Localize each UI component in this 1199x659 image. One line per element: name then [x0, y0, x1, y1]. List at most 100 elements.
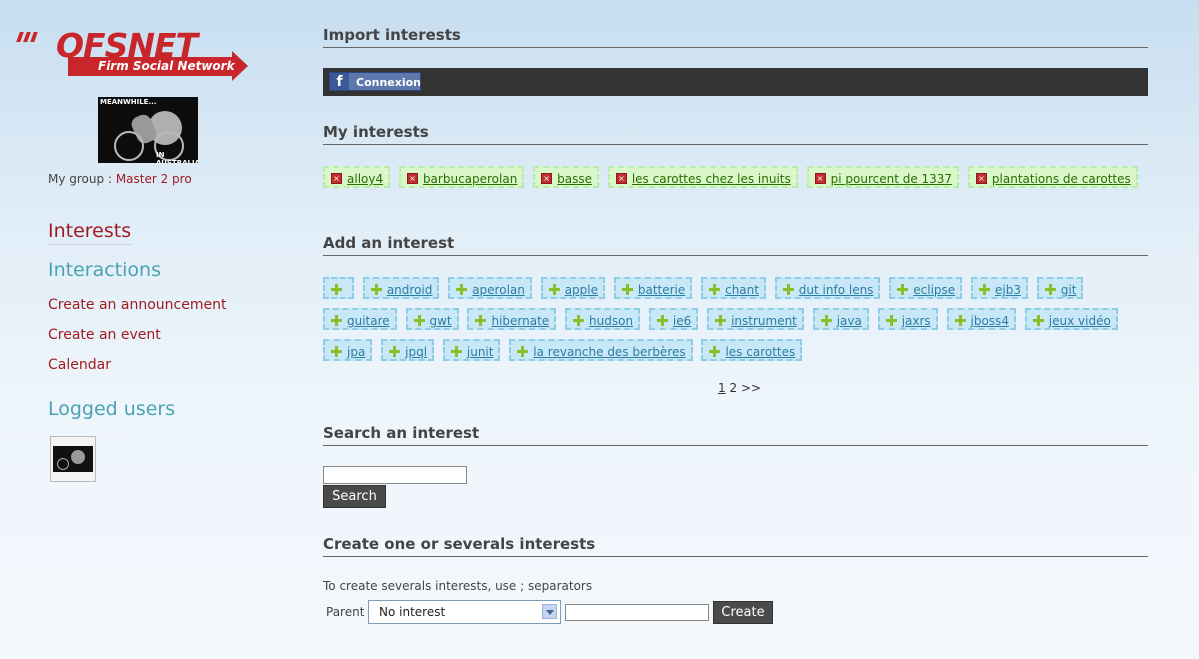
add-interest-tag: instrument: [707, 308, 804, 330]
my-interest-tag: × basse: [533, 166, 600, 188]
my-interest-link[interactable]: barbucaperolan: [423, 172, 517, 186]
plus-icon[interactable]: [979, 284, 990, 295]
my-group-label: My group :: [48, 172, 112, 186]
plus-icon[interactable]: [413, 315, 425, 326]
add-interest-link[interactable]: ejb3: [995, 283, 1021, 297]
group-avatar-caption-top: MEANWHILE...: [100, 98, 157, 106]
add-interest-link[interactable]: java: [837, 314, 862, 328]
nav-create-announcement[interactable]: Create an announcement: [48, 297, 226, 313]
logo-speed-bars: [16, 32, 46, 46]
remove-icon[interactable]: ×: [331, 173, 342, 184]
add-interest-tag: les carottes: [701, 339, 803, 361]
page-1-link[interactable]: 1: [718, 381, 726, 395]
remove-icon[interactable]: ×: [541, 173, 553, 184]
interest-name-input[interactable]: [565, 604, 709, 621]
my-interest-link[interactable]: les carottes chez les inuits: [632, 172, 791, 186]
add-interest-tag: batterie: [613, 277, 693, 299]
remove-icon[interactable]: ×: [814, 173, 826, 184]
my-interest-link[interactable]: basse: [557, 172, 592, 186]
plus-icon[interactable]: [450, 346, 462, 357]
plus-icon[interactable]: [820, 315, 832, 326]
add-interest-link[interactable]: hudson: [589, 314, 633, 328]
add-interest-tag: jboss4: [946, 308, 1016, 330]
search-button[interactable]: Search: [323, 485, 386, 508]
plus-icon[interactable]: [475, 315, 487, 326]
nav-interests[interactable]: Interests: [48, 220, 132, 245]
add-interest-link[interactable]: instrument: [731, 314, 797, 328]
add-interest-link[interactable]: ie6: [673, 314, 691, 328]
plus-icon[interactable]: [517, 346, 529, 357]
add-interest-link[interactable]: jpql: [405, 345, 427, 359]
add-interest-link[interactable]: apple: [565, 283, 598, 297]
plus-icon[interactable]: [709, 346, 721, 357]
add-interest-tag: chant: [701, 277, 766, 299]
plus-icon[interactable]: [331, 284, 342, 295]
logged-user-avatar[interactable]: [50, 436, 96, 482]
add-interest-link[interactable]: batterie: [638, 283, 685, 297]
add-interest-link[interactable]: gwt: [430, 314, 452, 328]
add-interest-link[interactable]: junit: [467, 345, 494, 359]
add-interest-link[interactable]: jpa: [347, 345, 365, 359]
ofsnet-logo[interactable]: OFSNET Firm Social Network: [16, 26, 252, 81]
parent-select[interactable]: No interest: [368, 600, 561, 624]
add-interest-link[interactable]: dut info lens: [799, 283, 874, 297]
create-button[interactable]: Create: [713, 601, 773, 624]
plus-icon[interactable]: [621, 284, 633, 295]
plus-icon[interactable]: [1032, 315, 1044, 326]
plus-icon[interactable]: [331, 346, 342, 357]
add-interest-link[interactable]: les carottes: [725, 345, 795, 359]
nav-interactions[interactable]: Interactions: [48, 259, 161, 281]
add-interest-link[interactable]: guitare: [347, 314, 390, 328]
add-interest-tag: java: [812, 308, 869, 330]
remove-icon[interactable]: ×: [615, 173, 627, 184]
plus-icon[interactable]: [573, 315, 585, 326]
plus-icon[interactable]: [885, 315, 897, 326]
add-interest-link[interactable]: jeux vidéo: [1049, 314, 1111, 328]
add-interest-tag[interactable]: [323, 277, 354, 299]
plus-icon[interactable]: [782, 284, 794, 295]
my-interests-list: × alloy4 × barbucaperolan × basse × les caro…: [323, 166, 1153, 197]
add-interest-link[interactable]: chant: [725, 283, 759, 297]
my-interests-heading: My interests: [323, 123, 1148, 145]
chevron-down-icon[interactable]: [542, 604, 557, 619]
nav-create-event[interactable]: Create an event: [48, 327, 161, 343]
add-interest-link[interactable]: la revanche des berbères: [533, 345, 685, 359]
my-interest-tag: × plantations de carottes: [967, 166, 1138, 188]
remove-icon[interactable]: ×: [406, 173, 418, 184]
facebook-connect-button[interactable]: f Connexion: [329, 72, 421, 91]
my-interest-tag: × barbucaperolan: [398, 166, 525, 188]
plus-icon[interactable]: [715, 315, 727, 326]
add-interest-link[interactable]: git: [1061, 283, 1077, 297]
my-interest-link[interactable]: plantations de carottes: [992, 172, 1131, 186]
sidebar: OFSNET Firm Social Network MEANWHILE... …: [0, 0, 300, 659]
plus-icon[interactable]: [548, 284, 560, 295]
add-interest-link[interactable]: eclipse: [913, 283, 955, 297]
my-interest-link[interactable]: pi pourcent de 1337: [831, 172, 952, 186]
add-interest-link[interactable]: aperolan: [472, 283, 525, 297]
plus-icon[interactable]: [389, 346, 401, 357]
facebook-connect-label: Connexion: [356, 76, 422, 89]
logo-tagline: Firm Social Network: [98, 59, 235, 73]
plus-icon[interactable]: [456, 284, 468, 295]
plus-icon[interactable]: [897, 284, 909, 295]
plus-icon[interactable]: [656, 315, 668, 326]
plus-icon[interactable]: [331, 315, 342, 326]
plus-icon[interactable]: [370, 284, 382, 295]
plus-icon[interactable]: [1044, 284, 1056, 295]
my-interest-link[interactable]: alloy4: [347, 172, 383, 186]
page-2-link[interactable]: 2: [729, 381, 737, 395]
add-interest-link[interactable]: jboss4: [971, 314, 1009, 328]
nav-calendar[interactable]: Calendar: [48, 357, 111, 373]
next-pages-link[interactable]: >>: [741, 381, 761, 395]
search-input[interactable]: [323, 466, 467, 484]
my-interest-tag: × pi pourcent de 1337: [806, 166, 960, 188]
add-interest-tag: aperolan: [448, 277, 532, 299]
my-group-value[interactable]: Master 2 pro: [116, 172, 192, 186]
add-interest-link[interactable]: android: [387, 283, 433, 297]
add-interest-tag: jaxrs: [877, 308, 938, 330]
add-interest-link[interactable]: jaxrs: [902, 314, 931, 328]
plus-icon[interactable]: [954, 315, 966, 326]
remove-icon[interactable]: ×: [975, 173, 987, 184]
plus-icon[interactable]: [709, 284, 721, 295]
add-interest-link[interactable]: hibernate: [491, 314, 549, 328]
